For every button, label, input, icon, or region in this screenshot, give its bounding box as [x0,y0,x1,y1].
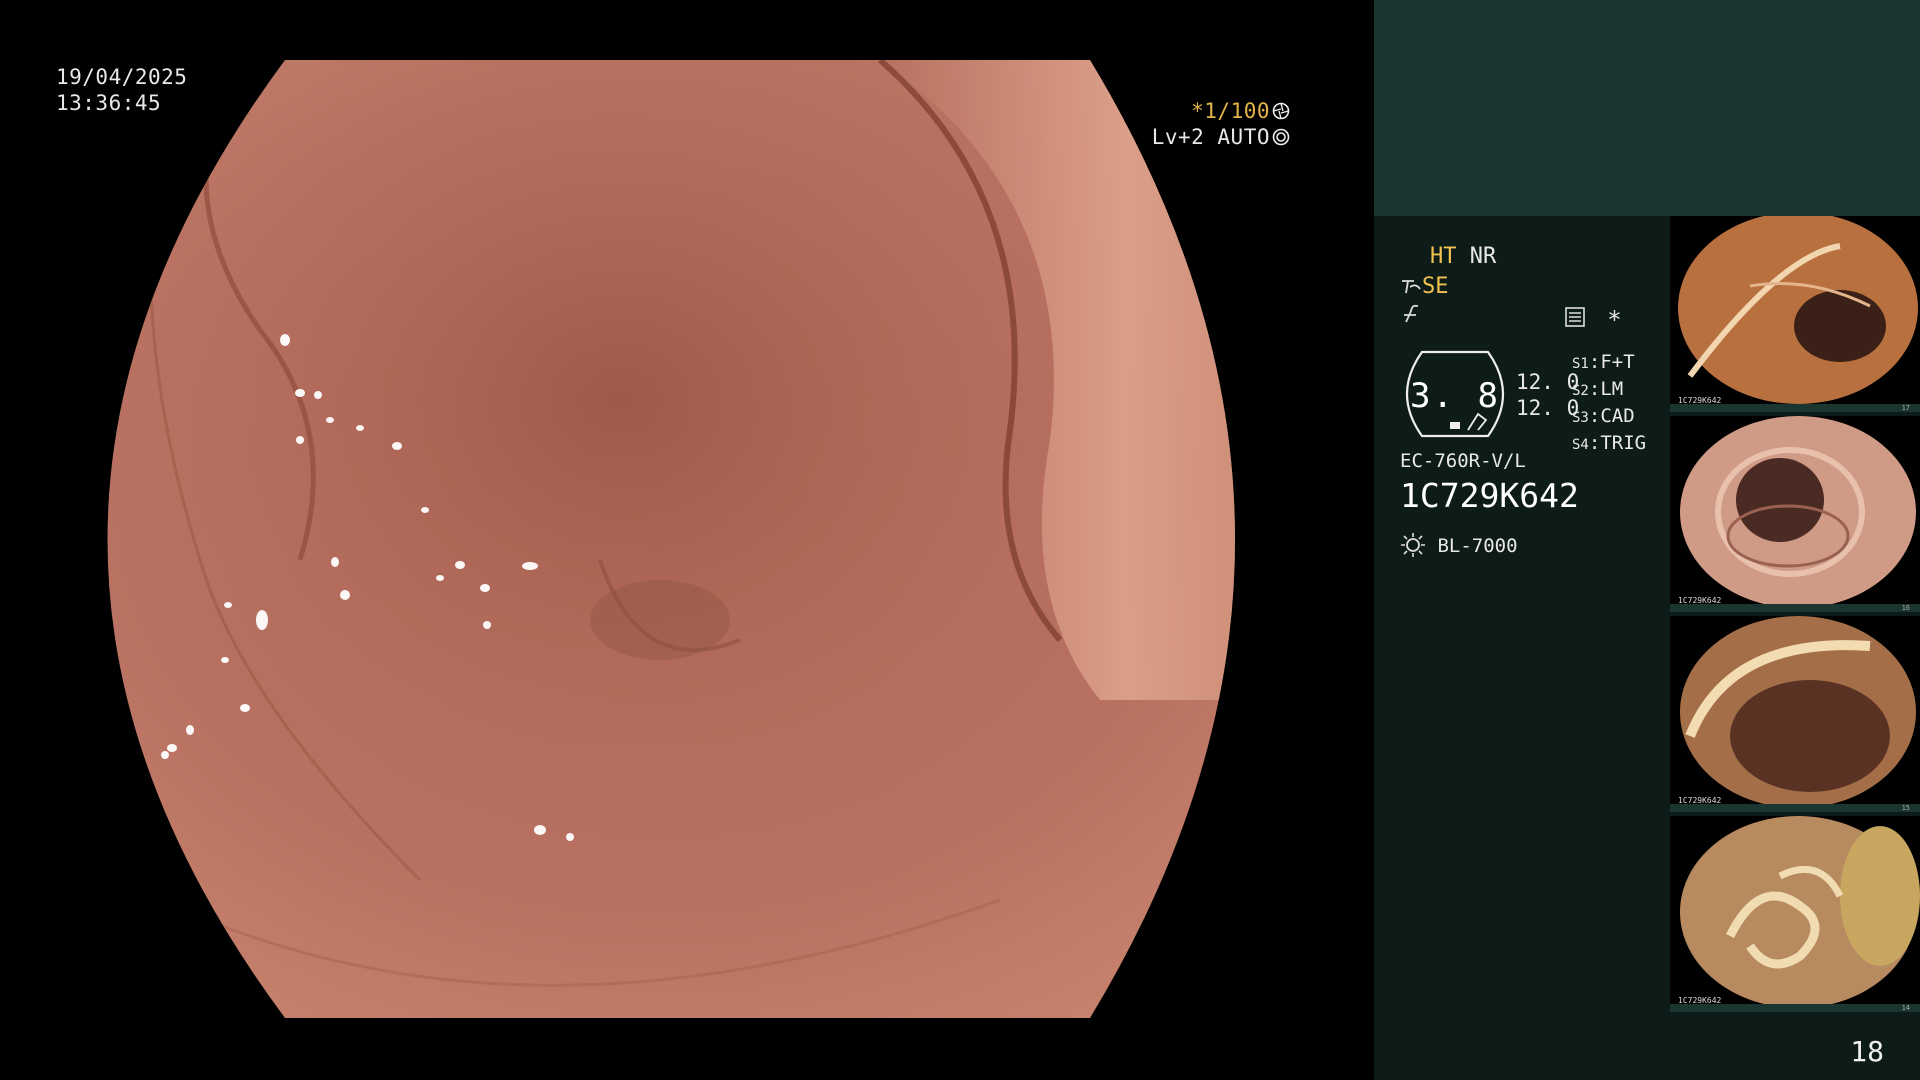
mode-se: SE [1422,274,1449,299]
thumbnail-3-index: 15 [1902,804,1910,812]
freeze-icon [1404,304,1419,323]
thumbnail-4[interactable]: 1C729K642 14 [1670,816,1920,1012]
thumbnail-3-serial: 1C729K642 [1678,796,1722,805]
thumbnail-2-serial: 1C729K642 [1678,596,1722,605]
side-panel: HT NR SE * 3. 8 12. 0 12. 0 S1:F+T S2:LM… [1374,0,1920,1080]
date-label: 19/04/2025 [56,65,188,89]
shutter-speed: *1/100 [1191,99,1270,123]
timestamp: 19/04/2025 13:36:45 [56,64,187,116]
time-label: 13:36:45 [56,91,162,115]
thumbnail-3-image: 1C729K642 15 [1670,616,1920,812]
thumbnail-4-index: 14 [1902,1004,1910,1012]
thumbnail-1-image: 1C729K642 17 [1670,216,1920,412]
thumbnail-3[interactable]: 1C729K642 15 [1670,616,1920,812]
scope-serial: 1C729K642 [1400,476,1579,515]
exposure-readout: *1/100 Lv+2 AUTO [1152,98,1290,150]
thumbnail-1-serial: 1C729K642 [1678,396,1722,405]
mode-ht: HT [1430,244,1457,269]
capture-thumbnails: 1C729K642 17 1C729K642 16 1C729K642 15 1… [1670,216,1920,1016]
light-source-model: BL-7000 [1437,535,1518,557]
light-source-icon [1401,533,1425,557]
thumbnail-4-image: 1C729K642 14 [1670,816,1920,1012]
auto-iris-icon [1272,128,1290,146]
thumbnail-2-index: 16 [1902,604,1910,612]
thumbnail-2-image: 1C729K642 16 [1670,416,1920,612]
aperture-icon [1272,102,1290,120]
structure-enhance-icon [1402,280,1421,294]
switch-s2: S2:LM [1572,378,1624,400]
thumbnail-4-serial: 1C729K642 [1678,996,1722,1005]
asterisk-indicator: * [1607,306,1622,334]
switch-s4: S4:TRIG [1572,432,1647,454]
value-top: 12. 0 [1516,370,1580,394]
settings-block: HT NR SE * 3. 8 12. 0 12. 0 S1:F+T S2:LM… [1400,240,1700,570]
thumbnail-2[interactable]: 1C729K642 16 [1670,416,1920,612]
switch-s1: S1:F+T [1572,351,1635,373]
menu-icon [1565,307,1585,327]
value-bottom: 12. 0 [1516,396,1580,420]
switch-s3: S3:CAD [1572,405,1635,427]
page-number: 18 [1850,1035,1884,1068]
scope-model: EC-760R-V/L [1400,450,1526,472]
switch-list: S1:F+T S2:LM S3:CAD S4:TRIG [1572,350,1646,458]
hold-value: 3. 8 [1410,376,1500,416]
exposure-level: Lv+2 AUTO [1151,125,1270,149]
thumbnail-1[interactable]: 1C729K642 17 [1670,216,1920,412]
thumbnail-1-index: 17 [1902,404,1910,412]
panel-header [1374,0,1920,216]
mode-nr: NR [1469,244,1497,269]
endoscope-image [107,60,1235,1018]
endoscope-view: 19/04/2025 13:36:45 *1/100 Lv+2 AUTO [0,0,1374,1080]
